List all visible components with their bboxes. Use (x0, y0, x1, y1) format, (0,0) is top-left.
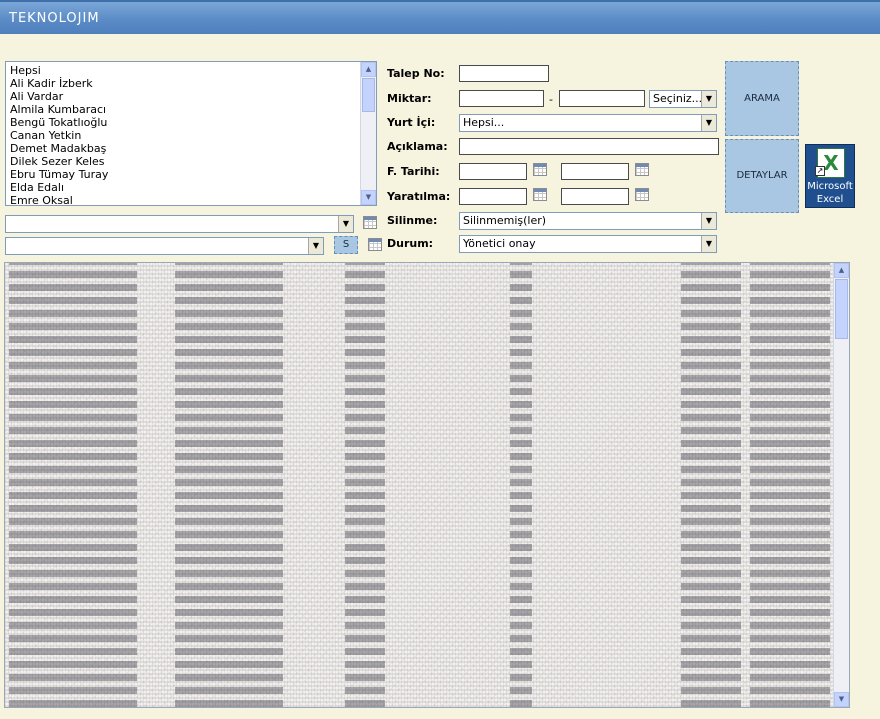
silinme-select[interactable]: Silinmemiş(ler) ▼ (459, 212, 717, 230)
excel-label-line1: Microsoft (807, 181, 853, 192)
durum-value: Yönetici onay (463, 237, 536, 250)
list-item[interactable]: Canan Yetkin (10, 129, 376, 142)
calendar-icon[interactable] (635, 163, 649, 176)
yurt-ici-label: Yurt İçi: (387, 116, 436, 129)
aciklama-input[interactable] (459, 138, 719, 155)
grid-column (175, 263, 283, 707)
chevron-down-icon[interactable]: ▼ (338, 216, 353, 232)
yaratilma-label: Yaratılma: (387, 190, 451, 203)
excel-export-button[interactable]: X ↗ Microsoft Excel (805, 144, 855, 208)
list-item[interactable]: Emre Oksal (10, 194, 376, 205)
list-item[interactable]: Ali Vardar (10, 90, 376, 103)
miktar-separator: - (549, 93, 553, 106)
title-bar: TEKNOLOJIM (0, 0, 880, 34)
calendar-icon[interactable] (635, 188, 649, 201)
shortcut-arrow-icon: ↗ (815, 166, 825, 176)
miktar-unit-select[interactable]: Seçiniz... ▼ (649, 90, 717, 108)
chevron-down-icon[interactable]: ▼ (701, 115, 716, 131)
arama-button[interactable]: ARAMA (725, 61, 799, 136)
list-item[interactable]: Bengü Tokatlıoğlu (10, 116, 376, 129)
filter-select-2[interactable]: ▼ (5, 237, 324, 255)
list-item[interactable]: Demet Madakbaş (10, 142, 376, 155)
chevron-down-icon[interactable]: ▼ (308, 238, 323, 254)
f-tarihi-to-input[interactable] (561, 163, 629, 180)
grid-column (345, 263, 385, 707)
miktar-to-input[interactable] (559, 90, 645, 107)
user-list: Hepsi Ali Kadir İzberk Ali Vardar Almila… (6, 62, 376, 205)
grid-column (9, 263, 137, 707)
calendar-icon[interactable] (363, 216, 377, 229)
filter-select-1[interactable]: ▼ (5, 215, 354, 233)
chevron-down-icon[interactable]: ▼ (701, 91, 716, 107)
list-item[interactable]: Hepsi (10, 64, 376, 77)
list-item[interactable]: Elda Edalı (10, 181, 376, 194)
results-grid[interactable]: ▲ ▼ (4, 262, 850, 708)
silinme-value: Silinmemiş(ler) (463, 214, 547, 227)
list-item[interactable]: Ali Kadir İzberk (10, 77, 376, 90)
silinme-label: Silinme: (387, 214, 438, 227)
talep-no-input[interactable] (459, 65, 549, 82)
chevron-down-icon[interactable]: ▼ (701, 236, 716, 252)
user-listbox[interactable]: Hepsi Ali Kadir İzberk Ali Vardar Almila… (5, 61, 377, 206)
durum-label: Durum: (387, 237, 434, 250)
scrollbar-thumb[interactable] (362, 78, 375, 112)
chevron-down-icon[interactable]: ▼ (701, 213, 716, 229)
yaratilma-to-input[interactable] (561, 188, 629, 205)
f-tarihi-from-input[interactable] (459, 163, 527, 180)
f-tarihi-label: F. Tarihi: (387, 165, 440, 178)
list-item[interactable]: Dilek Sezer Keles (10, 155, 376, 168)
aciklama-label: Açıklama: (387, 140, 448, 153)
list-item[interactable]: Almila Kumbaracı (10, 103, 376, 116)
app-title: TEKNOLOJIM (9, 11, 100, 26)
grid-scrollbar[interactable]: ▲ ▼ (833, 263, 849, 707)
grid-column (510, 263, 532, 707)
listbox-scrollbar[interactable]: ▲ ▼ (360, 62, 376, 205)
calendar-icon[interactable] (533, 188, 547, 201)
grid-column (750, 263, 830, 707)
list-item[interactable]: Ebru Tümay Turay (10, 168, 376, 181)
miktar-label: Miktar: (387, 92, 432, 105)
miktar-unit-value: Seçiniz... (653, 92, 703, 105)
detaylar-button[interactable]: DETAYLAR (725, 139, 799, 213)
scroll-up-icon[interactable]: ▲ (361, 62, 376, 77)
scroll-down-icon[interactable]: ▼ (834, 692, 849, 707)
yurt-ici-value: Hepsi... (463, 116, 505, 129)
s-button[interactable]: S (334, 236, 358, 254)
scrollbar-thumb[interactable] (835, 279, 848, 339)
grid-column (681, 263, 741, 707)
scroll-down-icon[interactable]: ▼ (361, 190, 376, 205)
calendar-icon[interactable] (533, 163, 547, 176)
talep-no-label: Talep No: (387, 67, 445, 80)
excel-label-line2: Excel (816, 194, 844, 205)
scroll-up-icon[interactable]: ▲ (834, 263, 849, 278)
yaratilma-from-input[interactable] (459, 188, 527, 205)
calendar-icon[interactable] (368, 238, 382, 251)
durum-select[interactable]: Yönetici onay ▼ (459, 235, 717, 253)
miktar-from-input[interactable] (459, 90, 544, 107)
yurt-ici-select[interactable]: Hepsi... ▼ (459, 114, 717, 132)
